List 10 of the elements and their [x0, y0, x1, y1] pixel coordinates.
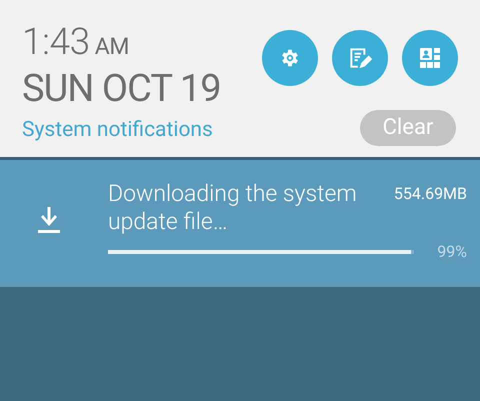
notification-title: Downloading the system update file… — [108, 180, 358, 236]
notification-card[interactable]: Downloading the system update file… 554.69MB 99% — [0, 160, 480, 287]
progress-percent: 99% — [437, 241, 467, 263]
section-title: System notifications — [22, 120, 214, 141]
contact-grid-icon — [418, 46, 442, 70]
clock-time: 1:43 AM — [22, 24, 130, 61]
file-size: 554.69MB — [394, 183, 467, 205]
clear-button[interactable]: Clear — [360, 110, 456, 146]
download-icon — [36, 205, 62, 235]
date-label: SUN OCT 19 — [22, 70, 221, 108]
